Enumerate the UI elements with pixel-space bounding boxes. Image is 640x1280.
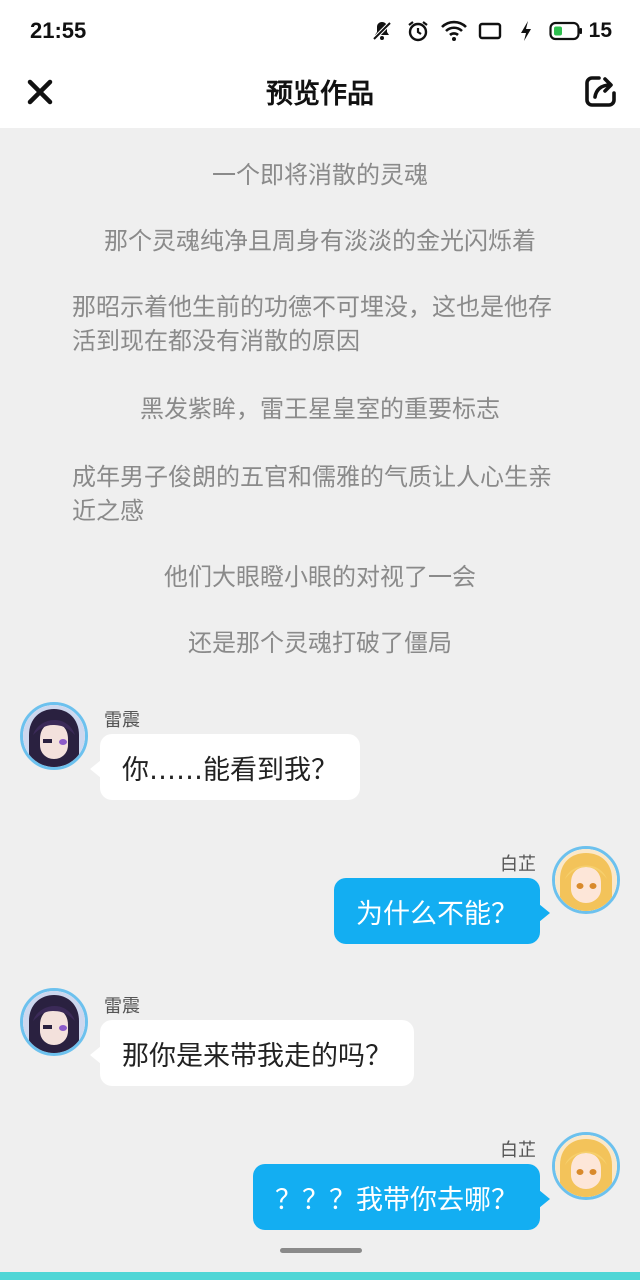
mute-icon bbox=[369, 18, 395, 44]
wifi-icon bbox=[440, 18, 467, 44]
home-indicator[interactable] bbox=[280, 1248, 362, 1253]
narration-line: 他们大眼瞪小眼的对视了一会 bbox=[164, 563, 476, 591]
message-bubble[interactable]: ？？？我带你去哪？ bbox=[253, 1164, 550, 1230]
share-button[interactable] bbox=[582, 72, 620, 110]
message-bubble[interactable]: 为什么不能？ bbox=[334, 878, 550, 944]
speaker-name: 雷震 bbox=[104, 996, 140, 1017]
narration-line: 一个即将消散的灵魂 bbox=[212, 161, 428, 189]
bottom-accent-bar bbox=[0, 1272, 640, 1280]
share-icon bbox=[585, 76, 616, 107]
screen-icon bbox=[477, 18, 503, 44]
status-icons: 15 bbox=[369, 16, 612, 46]
battery-icon bbox=[549, 21, 582, 41]
narration-line: 那个灵魂纯净且周身有淡淡的金光闪烁着 bbox=[104, 227, 536, 255]
narration-line: 黑发紫眸，雷王星皇室的重要标志 bbox=[140, 395, 500, 423]
speaker-name: 白芷 bbox=[500, 854, 536, 875]
speaker-name: 白芷 bbox=[500, 1140, 536, 1161]
avatar-baizhi[interactable] bbox=[552, 846, 620, 914]
top-nav-bar: 预览作品 bbox=[0, 62, 640, 128]
avatar-leizhen[interactable] bbox=[20, 988, 88, 1056]
speaker-name: 雷震 bbox=[104, 710, 140, 731]
battery-level: 15 bbox=[588, 19, 612, 42]
charging-icon bbox=[513, 18, 539, 44]
narration-line: 那昭示着他生前的功德不可埋没，这也是他存活到现在都没有消散的原因 bbox=[72, 293, 552, 355]
status-bar: 21:55 15 bbox=[0, 0, 640, 62]
message-bubble[interactable]: 那你是来带我走的吗？ bbox=[90, 1020, 414, 1086]
alarm-icon bbox=[405, 18, 431, 44]
battery-indicator: 15 bbox=[549, 19, 612, 43]
avatar-leizhen[interactable] bbox=[20, 702, 88, 770]
message-bubble[interactable]: 你……能看到我？ bbox=[90, 734, 360, 800]
avatar-baizhi[interactable] bbox=[552, 1132, 620, 1200]
page-title: 预览作品 bbox=[266, 79, 374, 110]
status-time: 21:55 bbox=[30, 18, 87, 43]
narration-line: 还是那个灵魂打破了僵局 bbox=[188, 629, 452, 657]
narration-line: 成年男子俊朗的五官和儒雅的气质让人心生亲近之感 bbox=[72, 463, 552, 525]
